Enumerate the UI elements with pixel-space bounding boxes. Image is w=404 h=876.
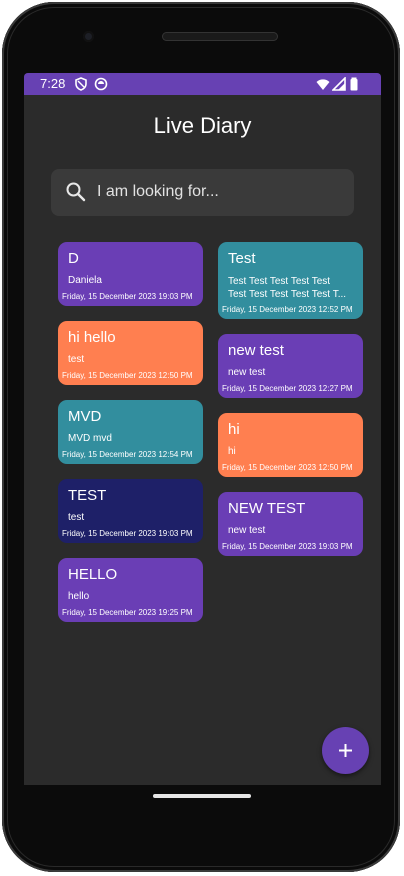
note-card-new-test[interactable]: new test new test Friday, 15 December 20…: [218, 334, 363, 398]
app-screen: 7:28 Live Diary I am looking for... D Da…: [24, 73, 381, 785]
add-note-button[interactable]: [322, 727, 369, 774]
note-title: Test: [228, 250, 256, 267]
note-date: Friday, 15 December 2023 19:25 PM: [62, 608, 193, 617]
home-gesture-handle[interactable]: [153, 794, 251, 798]
note-card-d[interactable]: D Daniela Friday, 15 December 2023 19:03…: [58, 242, 203, 306]
note-body: hi: [228, 446, 236, 457]
note-card-mvd[interactable]: MVD MVD mvd Friday, 15 December 2023 12:…: [58, 400, 203, 464]
app-notification-icon: [94, 77, 108, 91]
note-date: Friday, 15 December 2023 12:50 PM: [62, 371, 193, 380]
front-camera: [83, 31, 94, 42]
note-title: new test: [228, 342, 284, 359]
note-date: Friday, 15 December 2023 12:54 PM: [62, 450, 193, 459]
note-body: test: [68, 354, 85, 365]
note-body: MVD mvd: [68, 433, 112, 444]
note-date: Friday, 15 December 2023 12:52 PM: [222, 305, 353, 314]
search-icon: [66, 182, 86, 202]
note-card-hello[interactable]: HELLO hello Friday, 15 December 2023 19:…: [58, 558, 203, 622]
note-body: new test: [228, 367, 266, 378]
note-body: hello: [68, 591, 90, 602]
note-date: Friday, 15 December 2023 19:03 PM: [222, 542, 353, 551]
note-title: hi: [228, 421, 240, 438]
note-title: MVD: [68, 408, 102, 425]
note-title: D: [68, 250, 79, 267]
note-date: Friday, 15 December 2023 19:03 PM: [62, 529, 193, 538]
search-placeholder: I am looking for...: [97, 183, 219, 200]
note-card-test[interactable]: TEST test Friday, 15 December 2023 19:03…: [58, 479, 203, 543]
note-body-line-2: Test Test Test Test Test T...: [228, 289, 347, 300]
note-title: HELLO: [68, 566, 118, 583]
wifi-icon: [316, 79, 330, 90]
note-date: Friday, 15 December 2023 19:03 PM: [62, 292, 193, 301]
status-bar: 7:28: [24, 73, 381, 95]
note-title: NEW TEST: [228, 500, 306, 517]
note-card-hi-hello[interactable]: hi hello test Friday, 15 December 2023 1…: [58, 321, 203, 385]
cell-signal-icon: [332, 77, 346, 91]
status-time: 7:28: [40, 76, 66, 91]
earpiece-speaker: [162, 32, 278, 41]
note-date: Friday, 15 December 2023 12:50 PM: [222, 463, 353, 472]
note-card-hi[interactable]: hi hi Friday, 15 December 2023 12:50 PM: [218, 413, 363, 477]
note-card-test-long[interactable]: Test Test Test Test Test Test Test Test …: [218, 242, 363, 319]
search-input[interactable]: I am looking for...: [51, 169, 354, 216]
note-date: Friday, 15 December 2023 12:27 PM: [222, 384, 353, 393]
note-title: hi hello: [68, 329, 116, 346]
navigation-bar: [24, 785, 381, 815]
note-body-line-1: Test Test Test Test Test: [228, 276, 331, 287]
note-title: TEST: [68, 487, 107, 504]
note-body: Daniela: [68, 275, 102, 286]
shield-icon: [75, 77, 87, 91]
note-body: new test: [228, 525, 266, 536]
note-card-new-test-upper[interactable]: NEW TEST new test Friday, 15 December 20…: [218, 492, 363, 556]
page-title: Live Diary: [153, 113, 252, 138]
battery-icon: [350, 77, 358, 91]
note-body: test: [68, 512, 85, 523]
plus-icon: [339, 744, 352, 757]
